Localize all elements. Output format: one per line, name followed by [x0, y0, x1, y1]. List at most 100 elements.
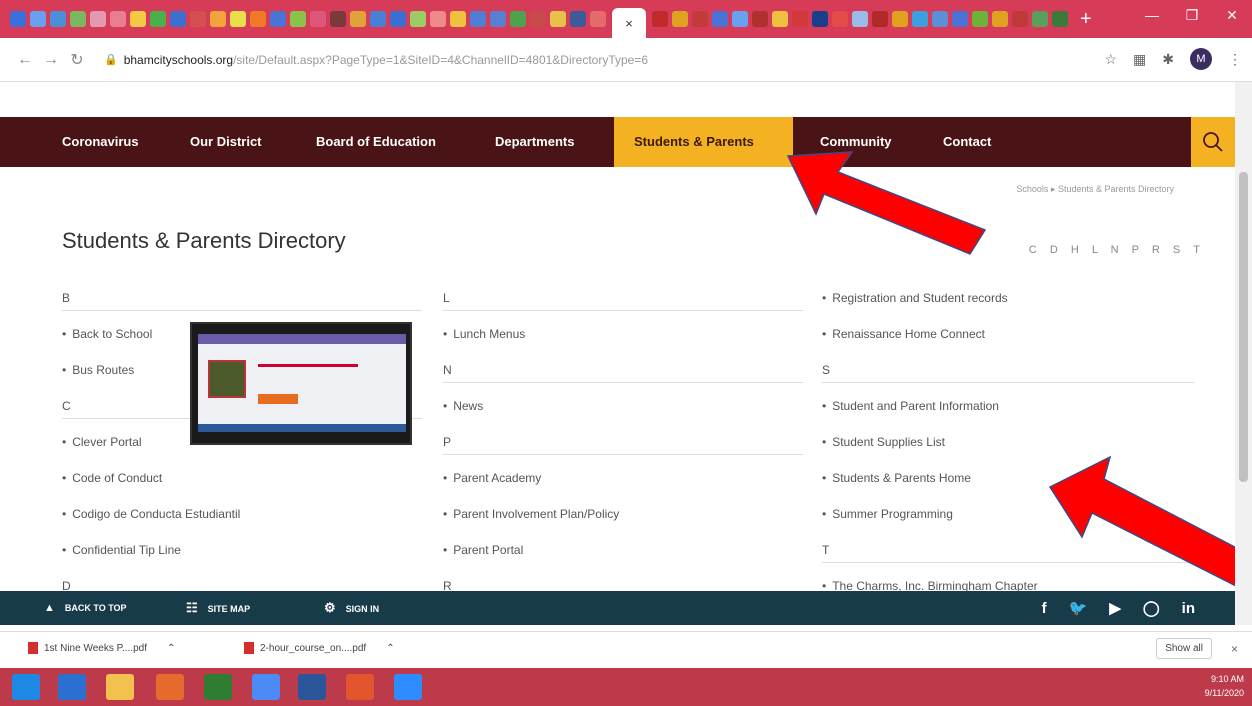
- tab-favicon[interactable]: [110, 11, 126, 27]
- tab-favicon[interactable]: [530, 11, 546, 27]
- reload-icon[interactable]: ↻: [64, 50, 90, 70]
- tab-favicon[interactable]: [50, 11, 66, 27]
- tab-favicon[interactable]: [550, 11, 566, 27]
- site-search-button[interactable]: [1191, 117, 1235, 167]
- extension-icon[interactable]: ▦: [1133, 51, 1146, 68]
- word-icon[interactable]: [298, 674, 326, 700]
- nav-our-district[interactable]: Our District: [190, 117, 262, 167]
- directory-link[interactable]: Codigo de Conducta Estudiantil: [62, 501, 422, 537]
- tab-favicon[interactable]: [570, 11, 586, 27]
- nav-board-of-education[interactable]: Board of Education: [316, 117, 436, 167]
- tab-favicon[interactable]: [370, 11, 386, 27]
- profile-avatar[interactable]: M: [1190, 48, 1212, 70]
- puzzle-icon[interactable]: ✱: [1162, 51, 1174, 68]
- tab-favicon[interactable]: [450, 11, 466, 27]
- chevron-up-icon[interactable]: ⌃: [386, 643, 394, 654]
- download-item[interactable]: 1st Nine Weeks P....pdf ⌃: [28, 642, 175, 654]
- site-map-button[interactable]: ☷ SITE MAP: [186, 591, 250, 625]
- windows-start-icon[interactable]: [12, 674, 40, 700]
- facebook-icon[interactable]: f: [1042, 600, 1047, 617]
- directory-link[interactable]: News: [443, 393, 803, 429]
- tab-favicon[interactable]: [1052, 11, 1068, 27]
- nav-students-parents[interactable]: Students & Parents: [614, 117, 793, 167]
- nav-departments[interactable]: Departments: [495, 117, 574, 167]
- tab-favicon[interactable]: [490, 11, 506, 27]
- alpha-letter[interactable]: P: [1132, 244, 1139, 256]
- directory-link[interactable]: Student and Parent Information: [822, 393, 1194, 429]
- tab-favicon[interactable]: [90, 11, 106, 27]
- bookmark-star-icon[interactable]: ☆: [1104, 51, 1117, 68]
- lock-icon[interactable]: 🔒: [104, 53, 118, 66]
- tab-favicon[interactable]: [410, 11, 426, 27]
- tab-favicons-right[interactable]: [652, 11, 1068, 27]
- office-icon[interactable]: [204, 674, 232, 700]
- zoom-icon[interactable]: [394, 674, 422, 700]
- directory-link[interactable]: Lunch Menus: [443, 321, 803, 357]
- tab-favicon[interactable]: [812, 11, 828, 27]
- chrome-icon[interactable]: [252, 674, 280, 700]
- firefox-icon[interactable]: [156, 674, 184, 700]
- tab-favicon[interactable]: [30, 11, 46, 27]
- tab-favicon[interactable]: [390, 11, 406, 27]
- tab-favicon[interactable]: [852, 11, 868, 27]
- alpha-letter[interactable]: S: [1173, 244, 1180, 256]
- directory-link[interactable]: Confidential Tip Line: [62, 537, 422, 573]
- tab-favicon[interactable]: [170, 11, 186, 27]
- chevron-up-icon[interactable]: ⌃: [167, 643, 175, 654]
- back-to-top-button[interactable]: ▲ BACK TO TOP: [44, 591, 127, 625]
- tab-favicon[interactable]: [652, 11, 668, 27]
- directory-link[interactable]: Code of Conduct: [62, 465, 422, 501]
- tab-favicons[interactable]: [10, 11, 606, 27]
- scrollbar-thumb[interactable]: [1239, 172, 1248, 482]
- tab-favicon[interactable]: [752, 11, 768, 27]
- tab-favicon[interactable]: [430, 11, 446, 27]
- alpha-letter[interactable]: N: [1111, 244, 1119, 256]
- youtube-icon[interactable]: ▶: [1109, 599, 1121, 617]
- app-icon[interactable]: [346, 674, 374, 700]
- directory-link[interactable]: Parent Academy: [443, 465, 803, 501]
- alpha-letter[interactable]: D: [1050, 244, 1058, 256]
- tab-favicon[interactable]: [290, 11, 306, 27]
- tab-favicon[interactable]: [892, 11, 908, 27]
- tab-favicon[interactable]: [1032, 11, 1048, 27]
- tab-favicon[interactable]: [832, 11, 848, 27]
- tab-favicon[interactable]: [692, 11, 708, 27]
- video-thumbnail[interactable]: [190, 322, 412, 445]
- directory-link[interactable]: Parent Involvement Plan/Policy: [443, 501, 803, 537]
- tab-favicon[interactable]: [872, 11, 888, 27]
- alpha-letter[interactable]: H: [1071, 244, 1079, 256]
- menu-kebab-icon[interactable]: ⋮: [1228, 51, 1242, 68]
- url-field[interactable]: bhamcityschools.org/site/Default.aspx?Pa…: [124, 51, 648, 69]
- maximize-icon[interactable]: ❐: [1172, 0, 1212, 30]
- tab-favicon[interactable]: [330, 11, 346, 27]
- tab-favicon[interactable]: [992, 11, 1008, 27]
- instagram-icon[interactable]: ◯: [1143, 599, 1160, 617]
- tab-favicon[interactable]: [250, 11, 266, 27]
- minimize-icon[interactable]: —: [1132, 0, 1172, 30]
- file-explorer-icon[interactable]: [106, 674, 134, 700]
- tab-favicon[interactable]: [772, 11, 788, 27]
- alpha-letter[interactable]: T: [1193, 244, 1200, 256]
- close-tab-icon[interactable]: ×: [625, 16, 633, 31]
- close-window-icon[interactable]: ✕: [1212, 0, 1252, 30]
- alpha-letter[interactable]: R: [1152, 244, 1160, 256]
- tab-favicon[interactable]: [932, 11, 948, 27]
- back-icon[interactable]: ←: [12, 51, 38, 69]
- download-item[interactable]: 2-hour_course_on....pdf ⌃: [244, 642, 395, 654]
- tab-favicon[interactable]: [792, 11, 808, 27]
- close-downloads-icon[interactable]: ×: [1231, 642, 1238, 656]
- linkedin-icon[interactable]: in: [1182, 600, 1195, 617]
- directory-link[interactable]: Parent Portal: [443, 537, 803, 573]
- sign-in-button[interactable]: ⚙ SIGN IN: [324, 591, 379, 625]
- show-all-button[interactable]: Show all: [1156, 638, 1212, 659]
- tab-favicon[interactable]: [912, 11, 928, 27]
- tab-favicon[interactable]: [130, 11, 146, 27]
- alpha-letter[interactable]: L: [1092, 244, 1098, 256]
- tab-favicon[interactable]: [310, 11, 326, 27]
- forward-icon[interactable]: →: [38, 51, 64, 69]
- tab-favicon[interactable]: [350, 11, 366, 27]
- new-tab-button[interactable]: +: [1080, 8, 1092, 31]
- directory-link[interactable]: Registration and Student records: [822, 285, 1194, 321]
- tab-favicon[interactable]: [10, 11, 26, 27]
- tab-favicon[interactable]: [210, 11, 226, 27]
